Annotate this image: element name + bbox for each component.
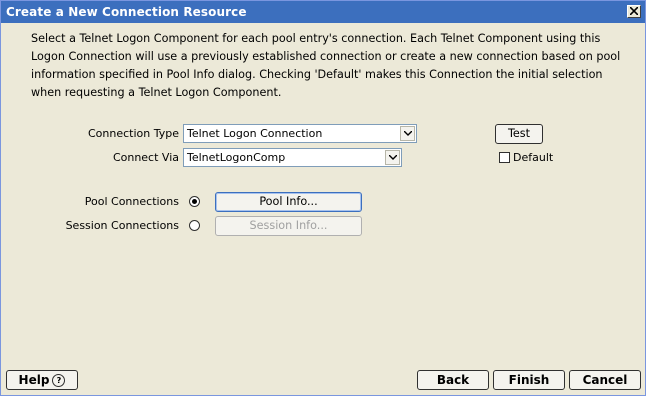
- connect-via-value: TelnetLogonComp: [187, 151, 286, 164]
- chevron-down-icon: [389, 155, 397, 160]
- connection-type-value: Telnet Logon Connection: [187, 127, 323, 140]
- pool-info-button[interactable]: Pool Info...: [215, 192, 362, 212]
- finish-button-label: Finish: [508, 373, 550, 387]
- pool-info-button-label: Pool Info...: [259, 195, 318, 208]
- default-label: Default: [513, 151, 554, 164]
- close-button[interactable]: [627, 5, 641, 18]
- intro-text: Select a Telnet Logon Component for each…: [31, 32, 621, 99]
- session-info-button[interactable]: Session Info...: [215, 216, 362, 236]
- back-button-label: Back: [436, 373, 470, 387]
- cancel-button[interactable]: Cancel: [569, 370, 641, 390]
- dialog-window: Create a New Connection Resource Select …: [0, 0, 646, 396]
- window-title: Create a New Connection Resource: [6, 5, 247, 19]
- default-checkbox[interactable]: [499, 152, 510, 163]
- help-button-label: Help: [18, 373, 50, 387]
- pool-connections-radio[interactable]: [189, 196, 200, 207]
- chevron-down-icon: [404, 131, 412, 136]
- help-icon: ?: [52, 374, 66, 387]
- radio-selected-dot: [192, 199, 197, 204]
- close-icon: [630, 7, 638, 15]
- test-button[interactable]: Test: [495, 124, 543, 144]
- help-button[interactable]: Help?: [6, 370, 78, 390]
- test-button-label: Test: [507, 127, 531, 140]
- session-connections-radio[interactable]: [189, 220, 200, 231]
- footer-bar: Help? Back Finish Cancel: [1, 366, 645, 395]
- session-info-button-label: Session Info...: [249, 219, 328, 232]
- connection-type-dropdown-button[interactable]: [400, 126, 415, 141]
- back-button[interactable]: Back: [417, 370, 489, 390]
- title-bar: Create a New Connection Resource: [1, 1, 645, 23]
- finish-button[interactable]: Finish: [493, 370, 565, 390]
- connect-via-label: Connect Via: [112, 151, 179, 164]
- connect-via-dropdown-button[interactable]: [385, 150, 400, 165]
- cancel-button-label: Cancel: [582, 373, 628, 387]
- pool-connections-label: Pool Connections: [84, 195, 179, 208]
- connection-type-label: Connection Type: [87, 127, 179, 140]
- connect-via-combo[interactable]: TelnetLogonComp: [183, 148, 402, 167]
- connection-type-combo[interactable]: Telnet Logon Connection: [183, 124, 417, 143]
- help-button-content: Help?: [7, 373, 77, 387]
- session-connections-label: Session Connections: [65, 219, 179, 232]
